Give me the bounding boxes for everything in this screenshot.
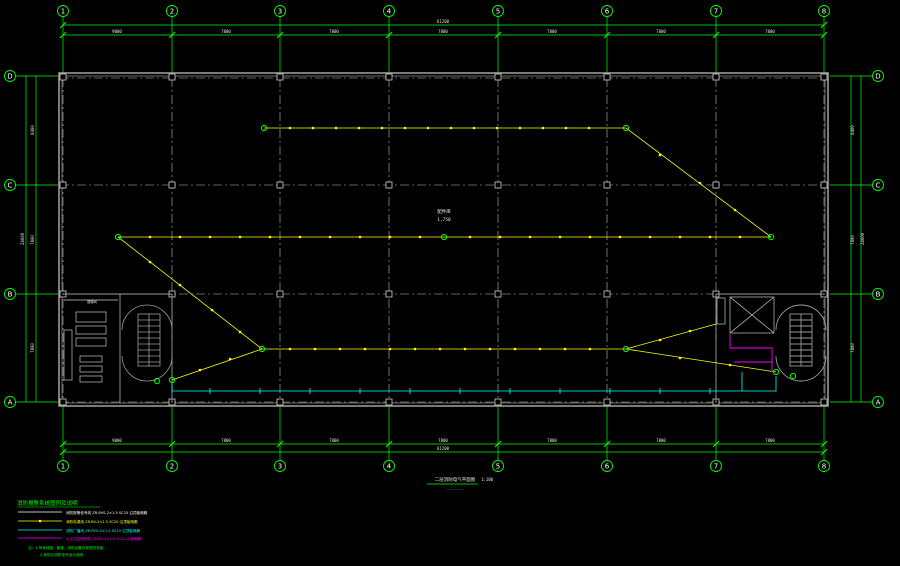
axis-col-label: 1	[61, 463, 65, 471]
dimension-ticks	[59, 21, 828, 456]
axis-labels: 1 2 3 4 5 6 7 8 1 2 3 4 5 6 7 8 D C B A …	[7, 8, 880, 471]
axis-row-label: A	[8, 399, 13, 407]
signal-wiring	[171, 372, 777, 392]
dim-right-span: 8400	[850, 125, 855, 135]
left-stair	[121, 304, 173, 382]
axis-col-label: 5	[496, 463, 500, 471]
dim-left-span: 8400	[30, 125, 35, 135]
legend-item: 消防广播线 ZR-RVS-2×1.5 SC15 沿顶板暗敷	[66, 528, 141, 533]
legend-item: 消防报警信号线 ZR-RVS-2×1.5 SC15 沿顶板暗敷	[66, 510, 148, 515]
axis-row-label: C	[876, 182, 881, 190]
dim-right-span: 7800	[850, 235, 855, 245]
dim-right-total: 24000	[860, 232, 865, 245]
axis-col-label: 2	[170, 8, 174, 16]
dim-bottom-span: 7800	[765, 438, 775, 443]
legend-note: 注：1.所有线路、管道、消防设备均按规范安装	[28, 545, 104, 550]
dim-left-span: 7800	[30, 235, 35, 245]
dim-bottom-span: 7800	[329, 438, 339, 443]
dim-top-total: 61200	[437, 19, 450, 24]
axis-bubbles	[4, 5, 884, 472]
dim-bottom-span: 7800	[221, 438, 231, 443]
legend-title: 消防报警系统图例及说明	[17, 499, 78, 507]
axis-col-label: 5	[496, 8, 500, 16]
floor-plan-drawing: 61200 9000 7800 7800 7800 7800 7800 7800…	[4, 5, 884, 557]
dim-top-span: 7800	[221, 29, 231, 34]
dim-left-total: 24000	[20, 232, 25, 245]
legend-item: 火灾应急照明线 ZR-BV-3×2.5 SC20 沿墙暗敷	[66, 536, 142, 541]
axis-col-label: 7	[714, 8, 718, 16]
legend-item: 消防电源线 ZR-BV-2×2.5 SC20 沿顶板暗敷	[66, 519, 138, 524]
axis-lines	[60, 77, 827, 403]
axis-row-label: B	[876, 291, 881, 299]
axis-col-label: 3	[278, 463, 282, 471]
axis-col-label: 4	[387, 463, 392, 471]
axis-leaders	[16, 17, 872, 460]
fire-wiring	[117, 127, 777, 381]
axis-col-label: 8	[822, 8, 826, 16]
dim-bottom-span: 7800	[547, 438, 557, 443]
legend-note: 2.其他见消防电气设计说明	[40, 552, 83, 557]
plan-scale: 1:100	[481, 477, 494, 482]
axis-col-label: 3	[278, 8, 282, 16]
left-core	[62, 293, 173, 403]
axis-col-label: 8	[822, 463, 826, 471]
legend: 消防报警系统图例及说明 消防报警信号线 ZR-RVS-2×1.5 SC15 沿顶…	[17, 499, 148, 557]
axis-col-label: 2	[170, 463, 174, 471]
dim-left-span: 7800	[30, 343, 35, 353]
axis-col-label: 6	[605, 463, 610, 471]
dim-bottom-total: 61200	[437, 446, 450, 451]
plan-subtitle: ——————	[446, 487, 464, 491]
room-name: 配件库	[437, 208, 451, 215]
axis-row-label: A	[876, 399, 881, 407]
axis-row-label: D	[875, 73, 880, 81]
axis-row-label: B	[8, 291, 13, 299]
smoke-detectors	[148, 126, 742, 372]
dim-top-span: 7800	[329, 29, 339, 34]
dim-top-span: 7800	[438, 29, 448, 34]
dimension-text: 61200 9000 7800 7800 7800 7800 7800 7800…	[112, 19, 775, 451]
junction-boxes	[114, 124, 797, 385]
axis-col-label: 1	[61, 8, 65, 16]
dim-top-span: 9000	[112, 29, 122, 34]
axis-col-label: 6	[605, 8, 610, 16]
dim-bottom-span: 7800	[656, 438, 666, 443]
dimension-lines	[25, 24, 862, 453]
dim-right-span: 7800	[850, 343, 855, 353]
dim-top-span: 7800	[547, 29, 557, 34]
room-area: 1,750	[437, 217, 451, 223]
axis-row-label: D	[7, 73, 12, 81]
axis-col-label: 7	[714, 463, 718, 471]
dim-bottom-span: 7800	[438, 438, 448, 443]
axis-col-label: 4	[387, 8, 392, 16]
plan-title: 二层消防电气平面图	[435, 476, 476, 483]
stair-label: 楼梯间	[87, 299, 97, 304]
dim-bottom-span: 9000	[112, 438, 122, 443]
dim-top-span: 7800	[765, 29, 775, 34]
right-core	[715, 293, 827, 403]
dim-top-span: 7800	[656, 29, 666, 34]
axis-row-label: C	[8, 182, 13, 190]
